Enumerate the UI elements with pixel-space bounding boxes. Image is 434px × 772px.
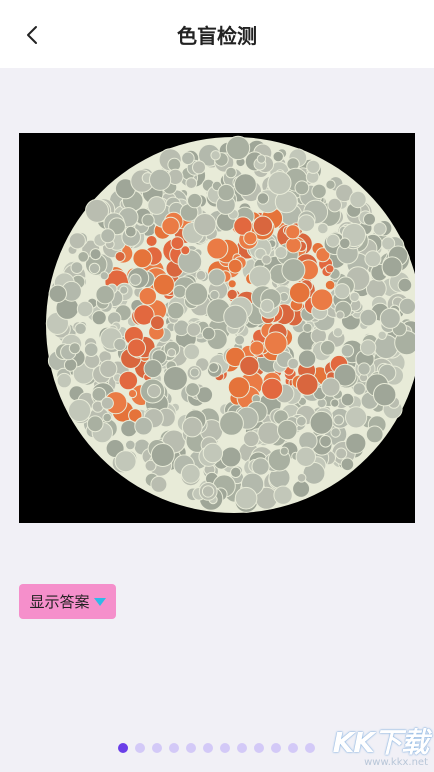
show-answer-label: 显示答案 [29,593,90,611]
page-title: 色盲检测 [177,24,257,48]
page-dot[interactable] [135,743,145,753]
caret-down-icon [93,597,106,606]
pagination-dots [118,742,315,754]
page-dot[interactable] [118,743,128,753]
app-header: 色盲检测 [0,0,434,68]
watermark-logo: KK下载 [332,726,429,759]
show-answer-button[interactable]: 显示答案 [19,584,116,619]
page-dot[interactable] [152,743,162,753]
page-dot[interactable] [288,743,298,753]
page-dot[interactable] [254,743,264,753]
watermark: KK下载 www.kkx.net [332,721,429,768]
page-dot[interactable] [220,743,230,753]
page-dot[interactable] [305,743,315,753]
ishihara-plate-image [19,133,422,523]
page-dot[interactable] [186,743,196,753]
page-dot[interactable] [203,743,213,753]
page-dot[interactable] [271,743,281,753]
page-dot[interactable] [237,743,247,753]
page-dot[interactable] [169,743,179,753]
